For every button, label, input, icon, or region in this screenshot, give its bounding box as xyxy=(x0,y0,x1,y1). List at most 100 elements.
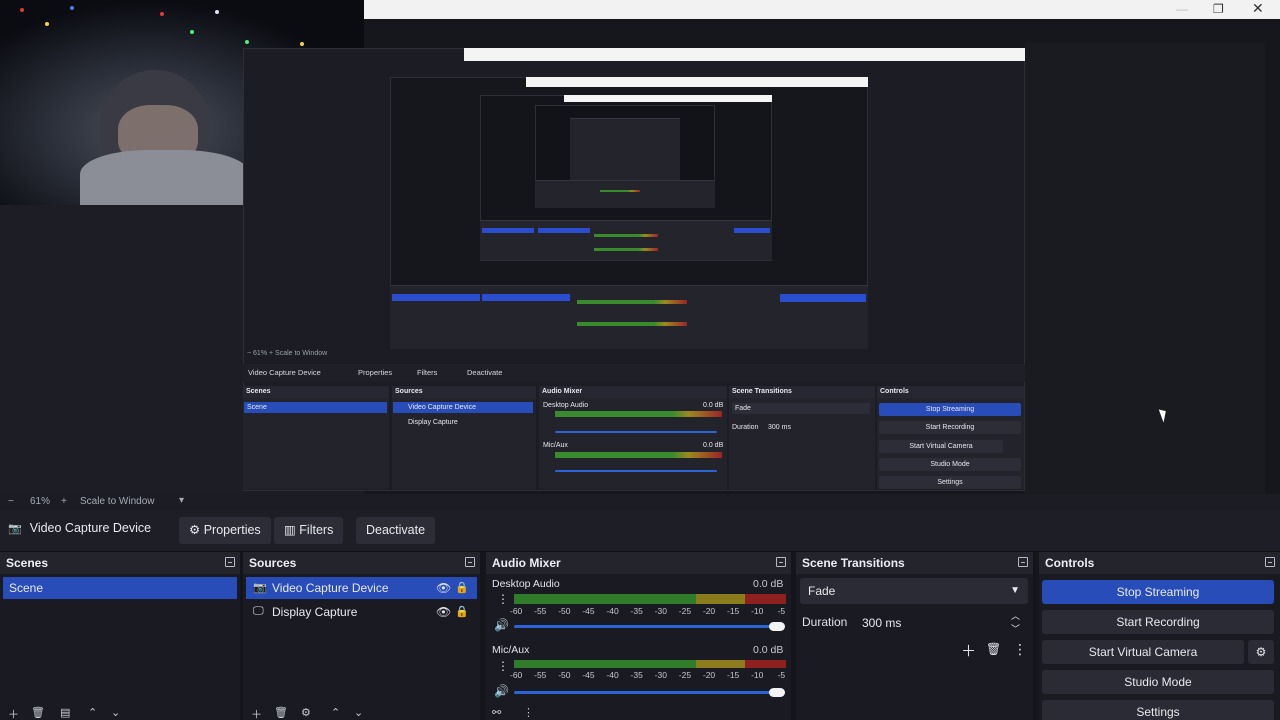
filter-icon[interactable]: ▤ xyxy=(60,706,70,719)
nested-stream-button-2 xyxy=(780,294,866,302)
trash-icon[interactable]: 🗑 xyxy=(274,706,288,719)
nested-toolbar-properties: Properties xyxy=(358,368,393,377)
stop-streaming-button[interactable]: Stop Streaming xyxy=(1042,580,1274,604)
scenes-title: Scenes xyxy=(0,552,240,574)
preview-canvas[interactable]: — ❐ ✕ − 61% + Scale to Window Video Capt… xyxy=(0,0,1280,494)
transition-select[interactable]: Fade ▼ xyxy=(800,578,1028,604)
audio-mixer-title-text: Audio Mixer xyxy=(492,556,561,570)
audio-mixer-dock: Audio Mixer Desktop Audio 0.0 dB ⋮ -60 -… xyxy=(486,552,804,720)
mic-aux-meter xyxy=(514,660,786,668)
desktop-audio-volume-slider[interactable] xyxy=(514,625,776,628)
transition-value: Fade xyxy=(808,584,836,598)
nested-scene-item: Scene xyxy=(244,402,387,413)
sources-title-text: Sources xyxy=(249,556,297,570)
lock-icon[interactable]: 🔒 xyxy=(455,605,469,618)
trash-icon[interactable]: 🗑 xyxy=(31,706,45,719)
eye-icon[interactable]: 👁 xyxy=(436,581,451,595)
monitor-icon: 🖵 xyxy=(253,605,264,617)
desktop-audio-meter xyxy=(514,594,786,604)
undock-icon[interactable] xyxy=(776,557,786,567)
menu-dots-icon[interactable]: ⋮ xyxy=(497,592,509,606)
start-recording-button[interactable]: Start Recording xyxy=(1042,610,1274,634)
undock-icon[interactable] xyxy=(1265,557,1275,567)
filters-label: Filters xyxy=(299,523,334,537)
trash-icon[interactable]: 🗑 xyxy=(986,642,1001,656)
start-virtual-camera-button[interactable]: Start Virtual Camera xyxy=(1042,640,1244,664)
camera-icon: 📷 xyxy=(253,582,267,594)
sources-title: Sources xyxy=(243,552,480,574)
scene-transitions-title: Scene Transitions xyxy=(796,552,1033,574)
gear-icon[interactable]: ⚙ xyxy=(301,706,311,719)
controls-title-text: Controls xyxy=(1045,556,1095,570)
eye-icon[interactable]: 👁 xyxy=(436,605,451,619)
nested-studio-mode: Studio Mode xyxy=(879,458,1021,471)
nested-meter-3a xyxy=(594,234,658,237)
nested-sources-title: Sources xyxy=(392,386,536,398)
move-up-icon[interactable]: ⌃ xyxy=(331,706,340,719)
deactivate-button[interactable]: Deactivate xyxy=(356,517,436,544)
chevron-down-icon: ▼ xyxy=(1010,585,1020,596)
zoom-in-button[interactable]: + xyxy=(61,496,67,507)
nested-desktop-meter xyxy=(555,411,722,417)
speaker-icon[interactable]: 🔊 xyxy=(494,618,509,632)
move-up-icon[interactable]: ⌃ xyxy=(88,706,97,719)
scene-item[interactable]: Scene xyxy=(3,577,237,599)
add-icon[interactable]: ＋ xyxy=(961,640,976,661)
zoom-out-button[interactable]: − xyxy=(8,496,14,507)
move-down-icon[interactable]: ⌄ xyxy=(354,706,363,719)
mic-aux-volume-slider[interactable] xyxy=(514,691,776,694)
add-icon[interactable]: ＋ xyxy=(8,706,19,720)
filters-button[interactable]: ▥ Filters xyxy=(274,517,344,544)
nested-window-titlebar-2 xyxy=(526,77,868,87)
chevron-down-icon[interactable]: ▾ xyxy=(179,495,184,506)
nested-desktop-audio: Desktop Audio xyxy=(543,402,589,409)
menu-dots-icon[interactable]: ⋮ xyxy=(523,706,534,719)
nested-desktop-slider xyxy=(555,431,717,433)
sources-list: Video Capture Device 📷 👁 🔒 Display Captu… xyxy=(243,574,480,720)
duration-input[interactable]: 300 ms ︿ ﹀ xyxy=(854,610,1028,636)
menu-dots-icon[interactable]: ⋮ xyxy=(1013,641,1027,658)
nested-meter-4 xyxy=(600,190,640,192)
duration-value: 300 ms xyxy=(862,616,902,630)
link-icon[interactable]: ⚯ xyxy=(492,706,501,719)
mic-aux-volume-knob[interactable] xyxy=(769,688,785,697)
nested-stream-button-3 xyxy=(734,228,770,233)
speaker-icon[interactable]: 🔊 xyxy=(494,684,509,698)
move-down-icon[interactable]: ⌄ xyxy=(111,706,120,719)
nested-transitions-panel xyxy=(729,386,875,489)
menu-dots-icon[interactable]: ⋮ xyxy=(497,659,509,673)
scale-mode-select[interactable]: Scale to Window xyxy=(80,496,154,507)
nested-zoom-text: − 61% + Scale to Window xyxy=(247,350,328,357)
settings-button[interactable]: Settings xyxy=(1042,700,1274,720)
zoom-level: 61% xyxy=(30,496,51,507)
nested-mic-aux: Mic/Aux xyxy=(543,442,568,449)
nested-mic-slider xyxy=(555,470,717,472)
close-icon[interactable]: ✕ xyxy=(1252,0,1264,17)
properties-label: Properties xyxy=(203,523,261,537)
nested-docks-3 xyxy=(480,220,772,260)
undock-icon[interactable] xyxy=(465,557,475,567)
add-icon[interactable]: ＋ xyxy=(251,706,262,720)
undock-icon[interactable] xyxy=(1018,557,1028,567)
desktop-audio-volume-knob[interactable] xyxy=(769,622,785,631)
virtual-camera-settings-button[interactable]: ⚙ xyxy=(1248,640,1274,664)
mic-aux-ticks: -60 -55 -50 -45 -40 -35 -30 -25 -20 -15 … xyxy=(510,670,804,680)
undock-icon[interactable] xyxy=(225,557,235,567)
properties-button[interactable]: ⚙ Properties xyxy=(179,517,271,544)
scenes-title-text: Scenes xyxy=(6,556,49,570)
chevron-down-icon[interactable]: ﹀ xyxy=(1011,616,1020,642)
desktop-audio-db: 0.0 dB xyxy=(753,578,784,590)
nested-meter-2b xyxy=(577,322,687,326)
nested-meter-2a xyxy=(577,300,687,304)
minimize-icon[interactable]: — xyxy=(1176,2,1188,16)
restore-icon[interactable]: ❐ xyxy=(1213,2,1224,16)
controls-dock: Controls xyxy=(1039,552,1280,720)
lock-icon[interactable]: 🔒 xyxy=(455,581,469,594)
gear-icon: ⚙ xyxy=(189,523,201,537)
desktop-audio-ticks: -60 -55 -50 -45 -40 -35 -30 -25 -20 -15 … xyxy=(510,606,804,616)
nested-scenes-title: Scenes xyxy=(243,386,389,398)
nested-start-recording: Start Recording xyxy=(879,421,1021,434)
nested-toolbar-source: Video Capture Device xyxy=(248,368,321,377)
nested-settings: Settings xyxy=(879,476,1021,489)
studio-mode-button[interactable]: Studio Mode xyxy=(1042,670,1274,694)
